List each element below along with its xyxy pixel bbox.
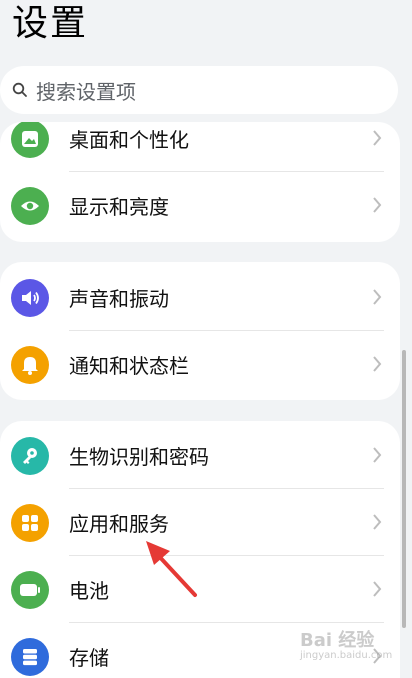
settings-page: 设置 搜索设置项 桌面和个性化 显示和亮度 声音和振动 通知和状态栏 生物识别和… (0, 0, 412, 678)
apps-icon (11, 503, 49, 542)
settings-group-sound-notify: 声音和振动 通知和状态栏 (0, 262, 400, 400)
chevron-right-icon (373, 581, 382, 597)
search-placeholder: 搜索设置项 (36, 79, 136, 104)
chevron-right-icon (373, 447, 382, 463)
chevron-right-icon (373, 130, 382, 146)
chevron-right-icon (373, 197, 382, 213)
settings-item-label: 声音和振动 (69, 287, 169, 311)
chevron-right-icon (373, 289, 382, 305)
eye-icon (11, 186, 49, 225)
search-icon (12, 82, 27, 97)
watermark: Bai 经验 jingyan.baidu.com (300, 630, 393, 661)
settings-item-biometrics-password[interactable]: 生物识别和密码 (0, 422, 400, 489)
scrollbar[interactable] (402, 350, 406, 628)
settings-item-label: 电池 (69, 579, 109, 603)
settings-item-notification-statusbar[interactable]: 通知和状态栏 (0, 331, 400, 398)
settings-item-label: 显示和亮度 (69, 195, 169, 219)
settings-item-sound-vibration[interactable]: 声音和振动 (0, 264, 400, 331)
settings-item-label: 存储 (69, 646, 109, 670)
key-icon (11, 436, 49, 475)
speaker-icon (11, 278, 49, 317)
bell-icon (11, 345, 49, 384)
search-bar[interactable]: 搜索设置项 (0, 66, 398, 114)
settings-item-label: 应用和服务 (69, 512, 169, 536)
settings-item-desktop-personalization[interactable]: 桌面和个性化 (0, 122, 400, 172)
settings-item-label: 桌面和个性化 (69, 128, 189, 152)
chevron-right-icon (373, 356, 382, 372)
settings-item-label: 生物识别和密码 (69, 445, 209, 469)
battery-icon (11, 570, 49, 609)
chevron-right-icon (373, 514, 382, 530)
settings-group-display: 桌面和个性化 显示和亮度 (0, 122, 400, 242)
settings-item-display-brightness[interactable]: 显示和亮度 (0, 172, 400, 239)
wallpaper-icon (11, 122, 49, 158)
settings-item-label: 通知和状态栏 (69, 354, 189, 378)
storage-icon (11, 637, 49, 676)
page-title: 设置 (12, 3, 89, 44)
annotation-arrow-icon (146, 541, 197, 597)
